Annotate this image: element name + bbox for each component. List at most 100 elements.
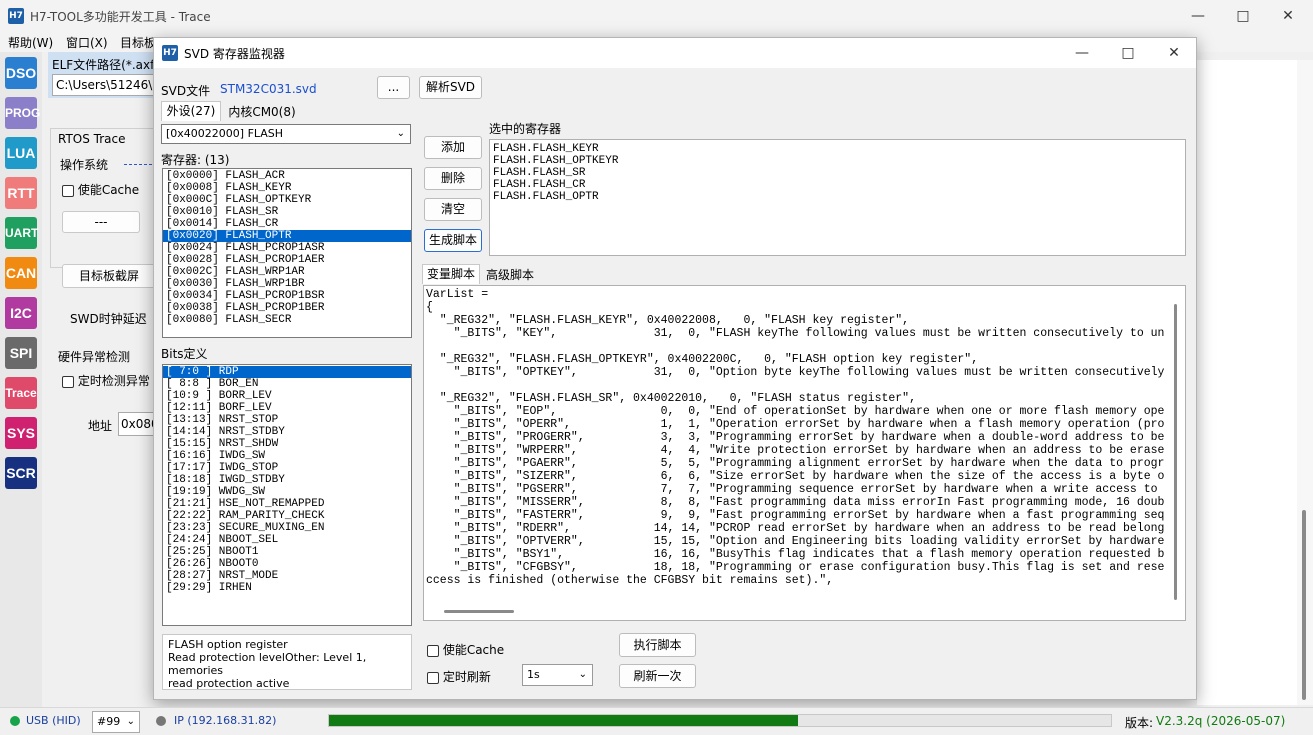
bit-list-item[interactable]: [ 7:0 ] RDP <box>163 366 411 378</box>
addr-input[interactable]: 0x080 <box>118 412 154 436</box>
register-list-item[interactable]: [0x0038] FLASH_PCROP1BER <box>163 302 411 314</box>
script-line: "_BITS", "RDERR", 14, 14, "PCROP read er… <box>426 522 1165 535</box>
clear-button[interactable]: 清空 <box>424 198 482 221</box>
bit-list-item[interactable]: [10:9 ] BORR_LEV <box>163 390 411 402</box>
bit-list-item[interactable]: [18:18] IWGD_STDBY <box>163 474 411 486</box>
bit-list-item[interactable]: [25:25] NBOOT1 <box>163 546 411 558</box>
device-chevron-down-icon: ⌄ <box>126 716 135 727</box>
menu-help[interactable]: 帮助(W) <box>8 34 53 51</box>
tab-adv-script[interactable]: 高级脚本 <box>482 267 538 284</box>
tab-core[interactable]: 内核CM0(8) <box>224 104 300 121</box>
register-list-item[interactable]: [0x0010] FLASH_SR <box>163 206 411 218</box>
output-scroll-thumb[interactable] <box>1302 510 1306 700</box>
progress-bar <box>328 714 1112 727</box>
output-scrollbar[interactable] <box>1297 60 1313 705</box>
refresh-once-button[interactable]: 刷新一次 <box>619 664 696 688</box>
dialog-minimize-icon[interactable]: — <box>1059 37 1105 69</box>
dialog-maximize-icon[interactable]: □ <box>1105 37 1151 69</box>
script-vscroll-thumb[interactable] <box>1174 304 1177 600</box>
bit-list-item[interactable]: [15:15] NRST_SHDW <box>163 438 411 450</box>
add-button[interactable]: 添加 <box>424 136 482 159</box>
timer-check-checkbox[interactable]: 定时检测异常 <box>62 372 150 389</box>
register-list-item[interactable]: [0x0024] FLASH_PCROP1ASR <box>163 242 411 254</box>
interval-select[interactable]: 1s ⌄ <box>522 664 593 686</box>
script-editor[interactable]: VarList ={ "_REG32", "FLASH.FLASH_KEYR",… <box>423 285 1186 621</box>
bit-list-item[interactable]: [24:24] NBOOT_SEL <box>163 534 411 546</box>
toolbar-trace-button[interactable]: Trace <box>5 377 37 409</box>
selected-registers-list[interactable]: FLASH.FLASH_KEYR FLASH.FLASH_OPTKEYR FLASH… <box>489 139 1186 256</box>
bit-list-item[interactable]: [13:13] NRST_STOP <box>163 414 411 426</box>
bit-list-item[interactable]: [23:23] SECURE_MUXING_EN <box>163 522 411 534</box>
version-label: 版本: <box>1125 716 1154 730</box>
register-list-item[interactable]: [0x0034] FLASH_PCROP1BSR <box>163 290 411 302</box>
run-script-button[interactable]: 执行脚本 <box>619 633 696 657</box>
bit-list-item[interactable]: [28:27] NRST_MODE <box>163 570 411 582</box>
bg-cache-label: 使能Cache <box>77 183 140 197</box>
toolbar-i2c-button[interactable]: I2C <box>5 297 37 329</box>
browse-button[interactable]: ... <box>377 76 410 99</box>
registers-list[interactable]: [0x0000] FLASH_ACR [0x0008] FLASH_KEYR [0x… <box>162 168 412 338</box>
toolbar-can-button[interactable]: CAN <box>5 257 37 289</box>
screenshot-button[interactable]: 目标板截屏 <box>62 264 156 288</box>
toolbar-uart-button[interactable]: UART <box>5 217 38 249</box>
toolbar-spi-button[interactable]: SPI <box>5 337 37 369</box>
bg-cache-checkbox[interactable]: 使能Cache <box>62 181 139 198</box>
toolbar-sys-button[interactable]: SYS <box>5 417 37 449</box>
tab-peripherals[interactable]: 外设(27) <box>161 101 221 121</box>
toolbar-rtt-button[interactable]: RTT <box>5 177 37 209</box>
bit-list-item[interactable]: [29:29] IRHEN <box>163 582 411 594</box>
bit-list-item[interactable]: [19:19] WWDG_SW <box>163 486 411 498</box>
dialog-logo-icon: H7 <box>162 45 178 61</box>
register-list-item[interactable]: [0x000C] FLASH_OPTKEYR <box>163 194 411 206</box>
register-list-item[interactable]: [0x0028] FLASH_PCROP1AER <box>163 254 411 266</box>
dialog-close-icon[interactable]: ✕ <box>1151 37 1197 69</box>
timer-refresh-checkbox[interactable]: 定时刷新 <box>427 668 491 685</box>
elf-path-input[interactable]: C:\Users\51246\ <box>52 74 156 96</box>
script-line: "_BITS", "WRPERR", 4, 4, "Write protecti… <box>426 444 1165 457</box>
bit-list-item[interactable]: [ 8:8 ] BOR_EN <box>163 378 411 390</box>
status-bar: USB (HID) #99 ⌄ IP (192.168.31.82) 版本: V… <box>0 707 1313 735</box>
delete-button[interactable]: 删除 <box>424 167 482 190</box>
generate-script-button[interactable]: 生成脚本 <box>424 229 482 252</box>
bit-list-item[interactable]: [14:14] NRST_STDBY <box>163 426 411 438</box>
bit-list-item[interactable]: [17:17] IWDG_STOP <box>163 462 411 474</box>
tab-var-script[interactable]: 变量脚本 <box>422 264 480 284</box>
bit-list-item[interactable]: [26:26] NBOOT0 <box>163 558 411 570</box>
close-icon[interactable]: ✕ <box>1265 0 1311 32</box>
peripheral-select[interactable]: [0x40022000] FLASH ⌄ <box>161 124 411 144</box>
device-select[interactable]: #99 ⌄ <box>92 711 140 733</box>
toolbar-dso-button[interactable]: DSO <box>5 57 37 89</box>
register-list-item[interactable]: [0x0000] FLASH_ACR <box>163 170 411 182</box>
bit-list-item[interactable]: [21:21] HSE_NOT_REMAPPED <box>163 498 411 510</box>
selected-register-item[interactable]: FLASH.FLASH_OPTKEYR <box>490 155 1185 167</box>
register-list-item[interactable]: [0x0008] FLASH_KEYR <box>163 182 411 194</box>
parse-svd-button[interactable]: 解析SVD <box>419 76 482 99</box>
selected-register-item[interactable]: FLASH.FLASH_KEYR <box>490 143 1185 155</box>
toolbar-prog-button[interactable]: PROG <box>5 97 40 129</box>
main-window-title: H7-TOOL多功能开发工具 - Trace <box>30 10 211 24</box>
progress-fill <box>329 715 799 726</box>
bit-list-item[interactable]: [22:22] RAM_PARITY_CHECK <box>163 510 411 522</box>
register-list-item[interactable]: [0x0080] FLASH_SECR <box>163 314 411 326</box>
dialog-title: SVD 寄存器监视器 <box>184 47 285 61</box>
toolbar-lua-button[interactable]: LUA <box>5 137 37 169</box>
bg-dash-button[interactable]: --- <box>62 211 140 233</box>
menu-window[interactable]: 窗口(X) <box>66 34 108 51</box>
selected-register-item[interactable]: FLASH.FLASH_SR <box>490 167 1185 179</box>
bit-list-item[interactable]: [12:11] BORF_LEV <box>163 402 411 414</box>
toolbar-scr-button[interactable]: SCR <box>5 457 37 489</box>
bits-list[interactable]: [ 7:0 ] RDP[ 8:8 ] BOR_EN [10:9 ] BORR_LE… <box>162 364 412 626</box>
minimize-icon[interactable]: — <box>1175 0 1221 32</box>
register-list-item[interactable]: [0x0020] FLASH_OPTR <box>163 230 411 242</box>
script-line: VarList = <box>426 288 489 301</box>
bit-list-item[interactable]: [16:16] IWDG_SW <box>163 450 411 462</box>
register-list-item[interactable]: [0x0014] FLASH_CR <box>163 218 411 230</box>
maximize-icon[interactable]: □ <box>1220 0 1266 32</box>
dialog-cache-checkbox[interactable]: 使能Cache <box>427 641 504 658</box>
selected-register-item[interactable]: FLASH.FLASH_CR <box>490 179 1185 191</box>
menu-target[interactable]: 目标板 <box>120 34 156 51</box>
register-list-item[interactable]: [0x002C] FLASH_WRP1AR <box>163 266 411 278</box>
selected-register-item[interactable]: FLASH.FLASH_OPTR <box>490 191 1185 203</box>
register-list-item[interactable]: [0x0030] FLASH_WRP1BR <box>163 278 411 290</box>
script-hscroll-thumb[interactable] <box>444 610 514 613</box>
